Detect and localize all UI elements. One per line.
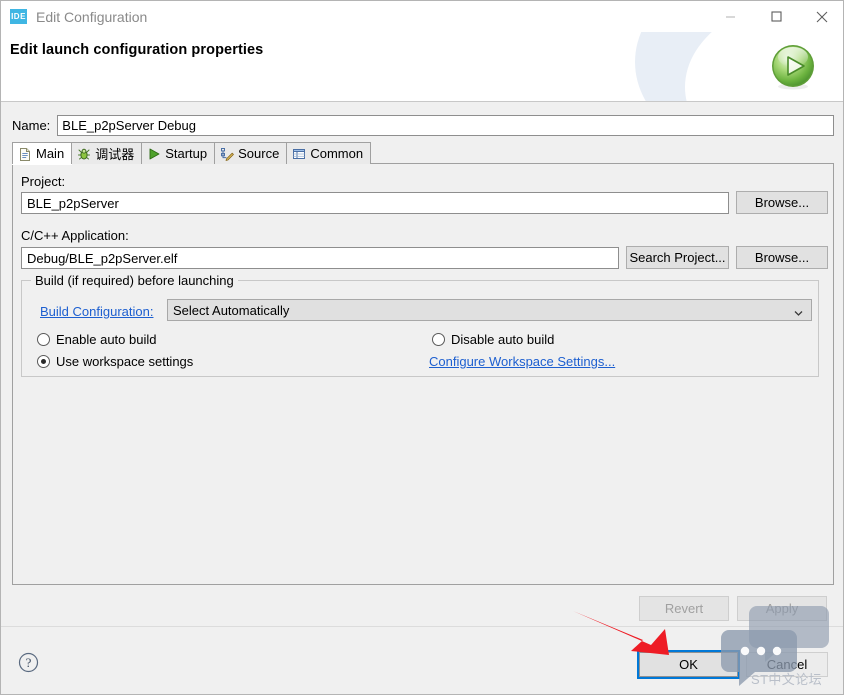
svg-text:?: ? — [26, 655, 32, 670]
tab-label: Main — [36, 146, 65, 161]
tab-source[interactable]: Source — [214, 142, 288, 164]
footer-divider — [1, 626, 843, 627]
banner-decoration-overlay — [685, 32, 843, 102]
radio-indicator — [37, 333, 50, 346]
cancel-button[interactable]: Cancel — [746, 652, 828, 677]
name-input[interactable]: BLE_p2pServer Debug — [57, 114, 834, 136]
window-controls — [707, 1, 843, 32]
dialog-banner: Edit launch configuration properties — [1, 32, 843, 102]
page-title: Edit launch configuration properties — [10, 42, 264, 58]
help-question-icon[interactable]: ? — [18, 652, 39, 673]
configure-workspace-settings-link[interactable]: Configure Workspace Settings... — [429, 354, 615, 369]
run-play-icon — [769, 43, 817, 91]
tab-main[interactable]: Main — [12, 142, 73, 164]
close-icon[interactable] — [799, 1, 843, 32]
document-icon — [18, 147, 32, 161]
project-browse-button[interactable]: Browse... — [736, 191, 828, 214]
name-label: Name: — [12, 117, 51, 133]
radio-indicator — [37, 355, 50, 368]
tab-strip-filler — [370, 142, 834, 164]
tab-label: Startup — [165, 146, 208, 161]
maximize-icon[interactable] — [753, 1, 799, 32]
tab-debugger[interactable]: 调试器 — [71, 142, 143, 164]
dialog-body: Name: BLE_p2pServer Debug Main 调试器 Start… — [1, 102, 843, 694]
project-label: Project: — [21, 174, 66, 189]
radio-label: Use workspace settings — [56, 354, 194, 369]
build-group-title: Build (if required) before launching — [31, 273, 238, 288]
tab-strip: Main 调试器 Startup Source Common — [12, 142, 834, 165]
source-pencil-icon — [220, 147, 234, 161]
apply-button[interactable]: Apply — [737, 596, 827, 621]
application-input[interactable]: Debug/BLE_p2pServer.elf — [21, 247, 619, 269]
ide-icon: IDE — [10, 9, 27, 24]
application-label: C/C++ Application: — [21, 228, 129, 243]
main-tab-panel: Project: BLE_p2pServer Browse... C/C++ A… — [12, 164, 834, 585]
tab-startup[interactable]: Startup — [141, 142, 216, 164]
radio-enable-auto-build[interactable]: Enable auto build — [37, 332, 156, 347]
green-play-icon — [147, 147, 161, 161]
ok-button[interactable]: OK — [637, 650, 740, 679]
radio-indicator — [432, 333, 445, 346]
application-browse-button[interactable]: Browse... — [736, 246, 828, 269]
build-configuration-link[interactable]: Build Configuration: — [40, 304, 153, 319]
radio-disable-auto-build[interactable]: Disable auto build — [432, 332, 554, 347]
radio-use-workspace-settings[interactable]: Use workspace settings — [37, 354, 193, 369]
radio-label: Disable auto build — [451, 332, 555, 347]
radio-label: Enable auto build — [56, 332, 157, 347]
chevron-down-icon — [794, 306, 803, 316]
name-row: Name: BLE_p2pServer Debug — [12, 114, 834, 136]
build-configuration-value: Select Automatically — [173, 302, 290, 318]
debugger-bug-icon — [77, 147, 91, 161]
window-title: Edit Configuration — [36, 8, 148, 25]
build-group: Build (if required) before launching Bui… — [21, 273, 819, 377]
tab-common[interactable]: Common — [286, 142, 372, 164]
tab-label: Common — [310, 146, 364, 161]
title-bar: IDE Edit Configuration — [1, 1, 843, 32]
minimize-icon[interactable] — [707, 1, 753, 32]
tab-label: 调试器 — [95, 147, 135, 162]
tab-label: Source — [238, 146, 280, 161]
project-input[interactable]: BLE_p2pServer — [21, 192, 729, 214]
edit-configuration-dialog: IDE Edit Configuration Edit launch confi… — [0, 0, 844, 695]
common-table-icon — [292, 147, 306, 161]
search-project-button[interactable]: Search Project... — [626, 246, 729, 269]
revert-button[interactable]: Revert — [639, 596, 729, 621]
build-configuration-select[interactable]: Select Automatically — [167, 299, 812, 321]
